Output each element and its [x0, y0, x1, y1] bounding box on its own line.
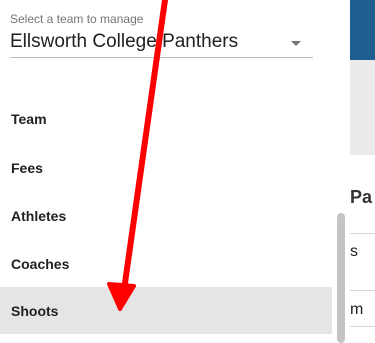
background-row-fragment: s [350, 243, 358, 260]
app-header-bar [350, 0, 375, 60]
team-select-caption: Select a team to manage [10, 12, 144, 26]
background-page-panel: Pa s m [350, 0, 375, 343]
background-title-fragment: Pa [350, 187, 373, 207]
selected-team-value: Ellsworth College Panthers [10, 31, 239, 52]
menu-item-coaches[interactable]: Coaches [0, 240, 332, 287]
team-select-underline [10, 57, 313, 58]
menu-item-athletes[interactable]: Athletes [0, 192, 332, 239]
menu-item-fees[interactable]: Fees [0, 144, 332, 191]
menu-item-team[interactable]: Team [0, 95, 332, 142]
navigation-drawer: Select a team to manage Ellsworth Colleg… [0, 0, 332, 343]
drawer-scrollbar[interactable] [337, 213, 345, 343]
background-row-divider [350, 290, 375, 291]
background-row-divider [350, 233, 375, 234]
menu-item-shoots[interactable]: Shoots [0, 287, 332, 334]
chevron-down-icon[interactable] [291, 41, 301, 46]
team-select-dropdown[interactable]: Select a team to manage Ellsworth Colleg… [10, 12, 313, 58]
background-row-fragment: m [350, 301, 364, 318]
background-row-divider [350, 326, 375, 327]
